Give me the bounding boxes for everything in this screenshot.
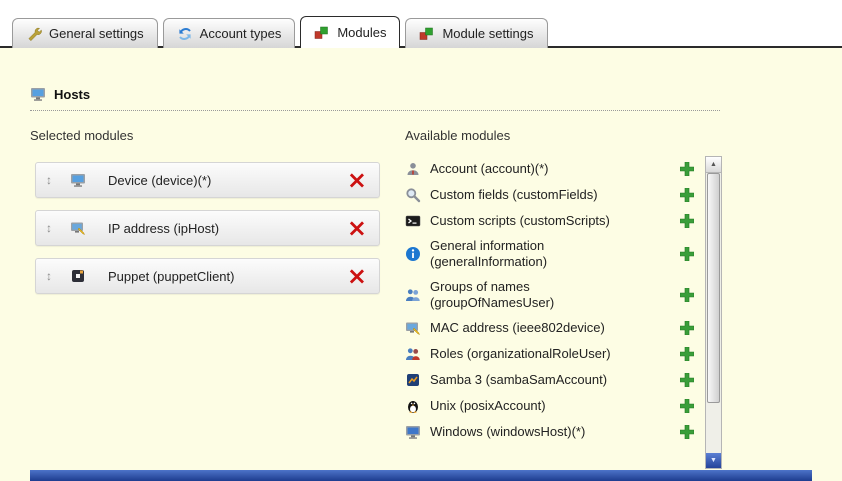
account-types-icon xyxy=(177,26,193,42)
plus-icon xyxy=(680,373,694,387)
hosts-icon xyxy=(30,86,46,102)
add-module-button[interactable] xyxy=(678,186,696,204)
add-module-button[interactable] xyxy=(678,319,696,337)
scrollbar-thumb[interactable] xyxy=(707,173,720,403)
plus-icon xyxy=(680,188,694,202)
add-module-button[interactable] xyxy=(678,286,696,304)
add-module-button[interactable] xyxy=(678,371,696,389)
available-module-row: Groups of names (groupOfNamesUser) xyxy=(405,275,700,316)
available-module-label: General information (generalInformation) xyxy=(430,238,648,271)
scrollbar-up-button[interactable]: ▲ xyxy=(706,157,721,173)
account-icon xyxy=(405,161,421,177)
available-module-row: Custom scripts (customScripts) xyxy=(405,208,700,234)
available-module-row: Custom fields (customFields) xyxy=(405,182,700,208)
tab-label: Module settings xyxy=(442,26,533,41)
available-module-row: Roles (organizationalRoleUser) xyxy=(405,341,700,367)
tab-general-settings[interactable]: General settings xyxy=(12,18,158,48)
available-module-label: Roles (organizationalRoleUser) xyxy=(430,346,648,362)
available-modules-panel: Account (account)(*) Custom fields (cust… xyxy=(405,156,722,469)
available-module-label: Windows (windowsHost)(*) xyxy=(430,424,648,440)
add-module-button[interactable] xyxy=(678,423,696,441)
unix-icon xyxy=(405,398,421,414)
available-module-row: Windows (windowsHost)(*) xyxy=(405,419,700,445)
drag-handle-icon[interactable]: ↕ xyxy=(42,221,56,235)
tab-label: General settings xyxy=(49,26,144,41)
custom-scripts-icon xyxy=(405,213,421,229)
add-module-button[interactable] xyxy=(678,345,696,363)
remove-module-button[interactable]: × xyxy=(343,216,371,240)
samba-icon xyxy=(405,372,421,388)
ip-address-icon xyxy=(70,220,86,236)
plus-icon xyxy=(680,162,694,176)
available-module-label: Groups of names (groupOfNamesUser) xyxy=(430,279,648,312)
modules-icon xyxy=(314,25,330,41)
scrollbar-down-button[interactable]: ▼ xyxy=(706,453,721,468)
plus-icon xyxy=(680,347,694,361)
add-module-button[interactable] xyxy=(678,245,696,263)
module-settings-icon xyxy=(419,26,435,42)
add-module-button[interactable] xyxy=(678,397,696,415)
available-module-label: Custom fields (customFields) xyxy=(430,187,648,203)
footer-bar xyxy=(30,470,812,481)
available-module-row: Samba 3 (sambaSamAccount) xyxy=(405,367,700,393)
tab-module-settings[interactable]: Module settings xyxy=(405,18,547,48)
add-module-button[interactable] xyxy=(678,212,696,230)
available-module-label: MAC address (ieee802device) xyxy=(430,320,648,336)
tab-label: Modules xyxy=(337,25,386,40)
windows-icon xyxy=(405,424,421,440)
selected-module-label: Device (device)(*) xyxy=(108,173,335,188)
selected-module-label: Puppet (puppetClient) xyxy=(108,269,335,284)
selected-module-row: ↕ Device (device)(*) × xyxy=(35,162,380,198)
selected-modules-list: ↕ Device (device)(*) × ↕ xyxy=(35,162,380,294)
roles-icon xyxy=(405,346,421,362)
plus-icon xyxy=(680,399,694,413)
custom-fields-icon xyxy=(405,187,421,203)
remove-module-button[interactable]: × xyxy=(343,168,371,192)
selected-module-label: IP address (ipHost) xyxy=(108,221,335,236)
available-module-label: Custom scripts (customScripts) xyxy=(430,213,648,229)
available-module-label: Account (account)(*) xyxy=(430,161,648,177)
plus-icon xyxy=(680,425,694,439)
drag-handle-icon[interactable]: ↕ xyxy=(42,173,56,187)
selected-module-row: ↕ Puppet (puppetClient) × xyxy=(35,258,380,294)
tab-modules[interactable]: Modules xyxy=(300,16,400,48)
plus-icon xyxy=(680,321,694,335)
groups-of-names-icon xyxy=(405,287,421,303)
available-module-row: General information (generalInformation) xyxy=(405,234,700,275)
device-icon xyxy=(70,172,86,188)
add-module-button[interactable] xyxy=(678,160,696,178)
tab-account-types[interactable]: Account types xyxy=(163,18,296,48)
available-module-row: MAC address (ieee802device) xyxy=(405,315,700,341)
lam-configuration-page: General settings Account types Modules xyxy=(0,0,842,481)
available-module-row: Account (account)(*) xyxy=(405,156,700,182)
hosts-section-heading: Hosts xyxy=(30,86,720,111)
available-module-row: Unix (posixAccount) xyxy=(405,393,700,419)
plus-icon xyxy=(680,214,694,228)
available-modules-list: Account (account)(*) Custom fields (cust… xyxy=(405,156,700,469)
available-module-label: Samba 3 (sambaSamAccount) xyxy=(430,372,648,388)
tab-bar: General settings Account types Modules xyxy=(12,16,548,48)
plus-icon xyxy=(680,288,694,302)
vertical-scrollbar[interactable]: ▲ ▼ xyxy=(705,156,722,469)
section-title: Hosts xyxy=(54,87,90,102)
general-information-icon xyxy=(405,246,421,262)
puppet-icon xyxy=(70,268,86,284)
wrench-icon xyxy=(26,26,42,42)
drag-handle-icon[interactable]: ↕ xyxy=(42,269,56,283)
selected-modules-heading: Selected modules xyxy=(30,128,133,143)
plus-icon xyxy=(680,247,694,261)
mac-address-icon xyxy=(405,320,421,336)
available-module-label: Unix (posixAccount) xyxy=(430,398,648,414)
tab-label: Account types xyxy=(200,26,282,41)
selected-module-row: ↕ IP address (ipHost) × xyxy=(35,210,380,246)
available-modules-heading: Available modules xyxy=(405,128,510,143)
remove-module-button[interactable]: × xyxy=(343,264,371,288)
